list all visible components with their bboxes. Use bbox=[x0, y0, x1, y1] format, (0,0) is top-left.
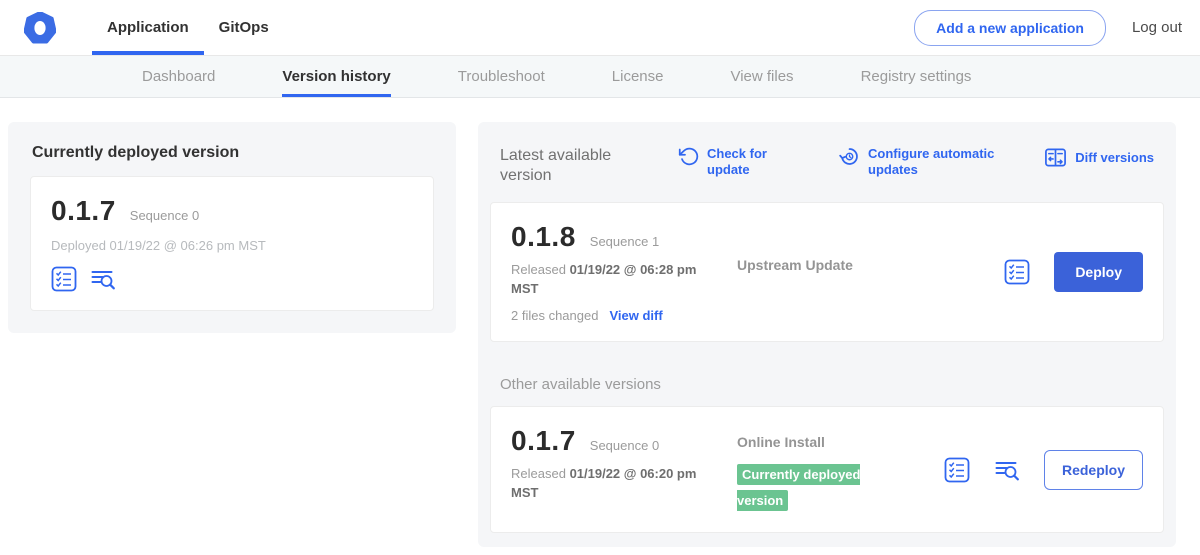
configure-automatic-updates-label: Configure automatic updates bbox=[868, 146, 1002, 177]
deploy-button[interactable]: Deploy bbox=[1054, 252, 1143, 292]
available-versions-panel: Latest available version Check for updat… bbox=[478, 122, 1176, 547]
other-version-number: 0.1.7 bbox=[511, 425, 576, 457]
main-content: Currently deployed version 0.1.7 Sequenc… bbox=[0, 98, 1200, 555]
deployed-version-number: 0.1.7 bbox=[51, 195, 116, 227]
available-header: Latest available version Check for updat… bbox=[490, 136, 1164, 186]
nav-application-label: Application bbox=[107, 19, 189, 36]
tab-registry-settings[interactable]: Registry settings bbox=[861, 56, 972, 97]
released-label: Released bbox=[511, 466, 566, 481]
latest-version-card: 0.1.8 Sequence 1 Released 01/19/22 @ 06:… bbox=[490, 202, 1164, 342]
add-application-button[interactable]: Add a new application bbox=[914, 10, 1106, 46]
top-header: Application GitOps Add a new application… bbox=[0, 0, 1200, 56]
nav-application[interactable]: Application bbox=[92, 0, 204, 55]
config-checklist-icon[interactable] bbox=[51, 266, 77, 292]
deployed-version-card: 0.1.7 Sequence 0 Deployed 01/19/22 @ 06:… bbox=[30, 176, 434, 311]
tab-troubleshoot[interactable]: Troubleshoot bbox=[458, 56, 545, 97]
currently-deployed-panel: Currently deployed version 0.1.7 Sequenc… bbox=[8, 122, 456, 333]
app-logo bbox=[24, 0, 56, 55]
available-title: Latest available version bbox=[500, 146, 650, 186]
deployed-panel-title: Currently deployed version bbox=[32, 144, 434, 162]
other-source-label: Online Install bbox=[737, 434, 825, 450]
configure-automatic-updates-button[interactable]: Configure automatic updates bbox=[839, 146, 1002, 177]
config-checklist-icon[interactable] bbox=[1004, 259, 1030, 285]
tab-license[interactable]: License bbox=[612, 56, 664, 97]
view-logs-icon[interactable] bbox=[994, 457, 1020, 483]
other-version-card: 0.1.7 Sequence 0 Released 01/19/22 @ 06:… bbox=[490, 406, 1164, 534]
diff-versions-icon bbox=[1044, 146, 1067, 169]
deployed-sequence: Sequence 0 bbox=[130, 208, 199, 223]
other-versions-title: Other available versions bbox=[500, 376, 1164, 393]
view-logs-icon[interactable] bbox=[90, 266, 116, 292]
redeploy-button[interactable]: Redeploy bbox=[1044, 450, 1143, 490]
currently-deployed-badge: Currently deployed version bbox=[737, 464, 860, 511]
latest-sequence: Sequence 1 bbox=[590, 234, 659, 249]
released-label: Released bbox=[511, 262, 566, 277]
config-checklist-icon[interactable] bbox=[944, 457, 970, 483]
logout-link[interactable]: Log out bbox=[1132, 19, 1184, 36]
app-subnav: Dashboard Version history Troubleshoot L… bbox=[0, 56, 1200, 98]
tab-version-history[interactable]: Version history bbox=[282, 56, 390, 97]
latest-version-number: 0.1.8 bbox=[511, 221, 576, 253]
other-sequence: Sequence 0 bbox=[590, 438, 659, 453]
deployed-timestamp: Deployed 01/19/22 @ 06:26 pm MST bbox=[51, 238, 413, 253]
tab-view-files[interactable]: View files bbox=[730, 56, 793, 97]
view-diff-link[interactable]: View diff bbox=[609, 308, 662, 323]
refresh-icon bbox=[678, 146, 699, 167]
auto-update-clock-icon bbox=[839, 146, 860, 167]
latest-source-label: Upstream Update bbox=[737, 257, 853, 273]
other-released-line: Released 01/19/22 @ 06:20 pm MST bbox=[511, 465, 711, 503]
diff-versions-button[interactable]: Diff versions bbox=[1044, 146, 1154, 169]
nav-gitops-label: GitOps bbox=[219, 19, 269, 36]
tab-dashboard[interactable]: Dashboard bbox=[142, 56, 215, 97]
nav-gitops[interactable]: GitOps bbox=[204, 0, 284, 55]
kots-logo-icon bbox=[24, 12, 56, 44]
check-for-update-button[interactable]: Check for update bbox=[678, 146, 771, 177]
check-for-update-label: Check for update bbox=[707, 146, 771, 177]
diff-versions-label: Diff versions bbox=[1075, 150, 1154, 166]
latest-released-line: Released 01/19/22 @ 06:28 pm MST bbox=[511, 261, 711, 299]
files-changed-label: 2 files changed bbox=[511, 308, 598, 323]
